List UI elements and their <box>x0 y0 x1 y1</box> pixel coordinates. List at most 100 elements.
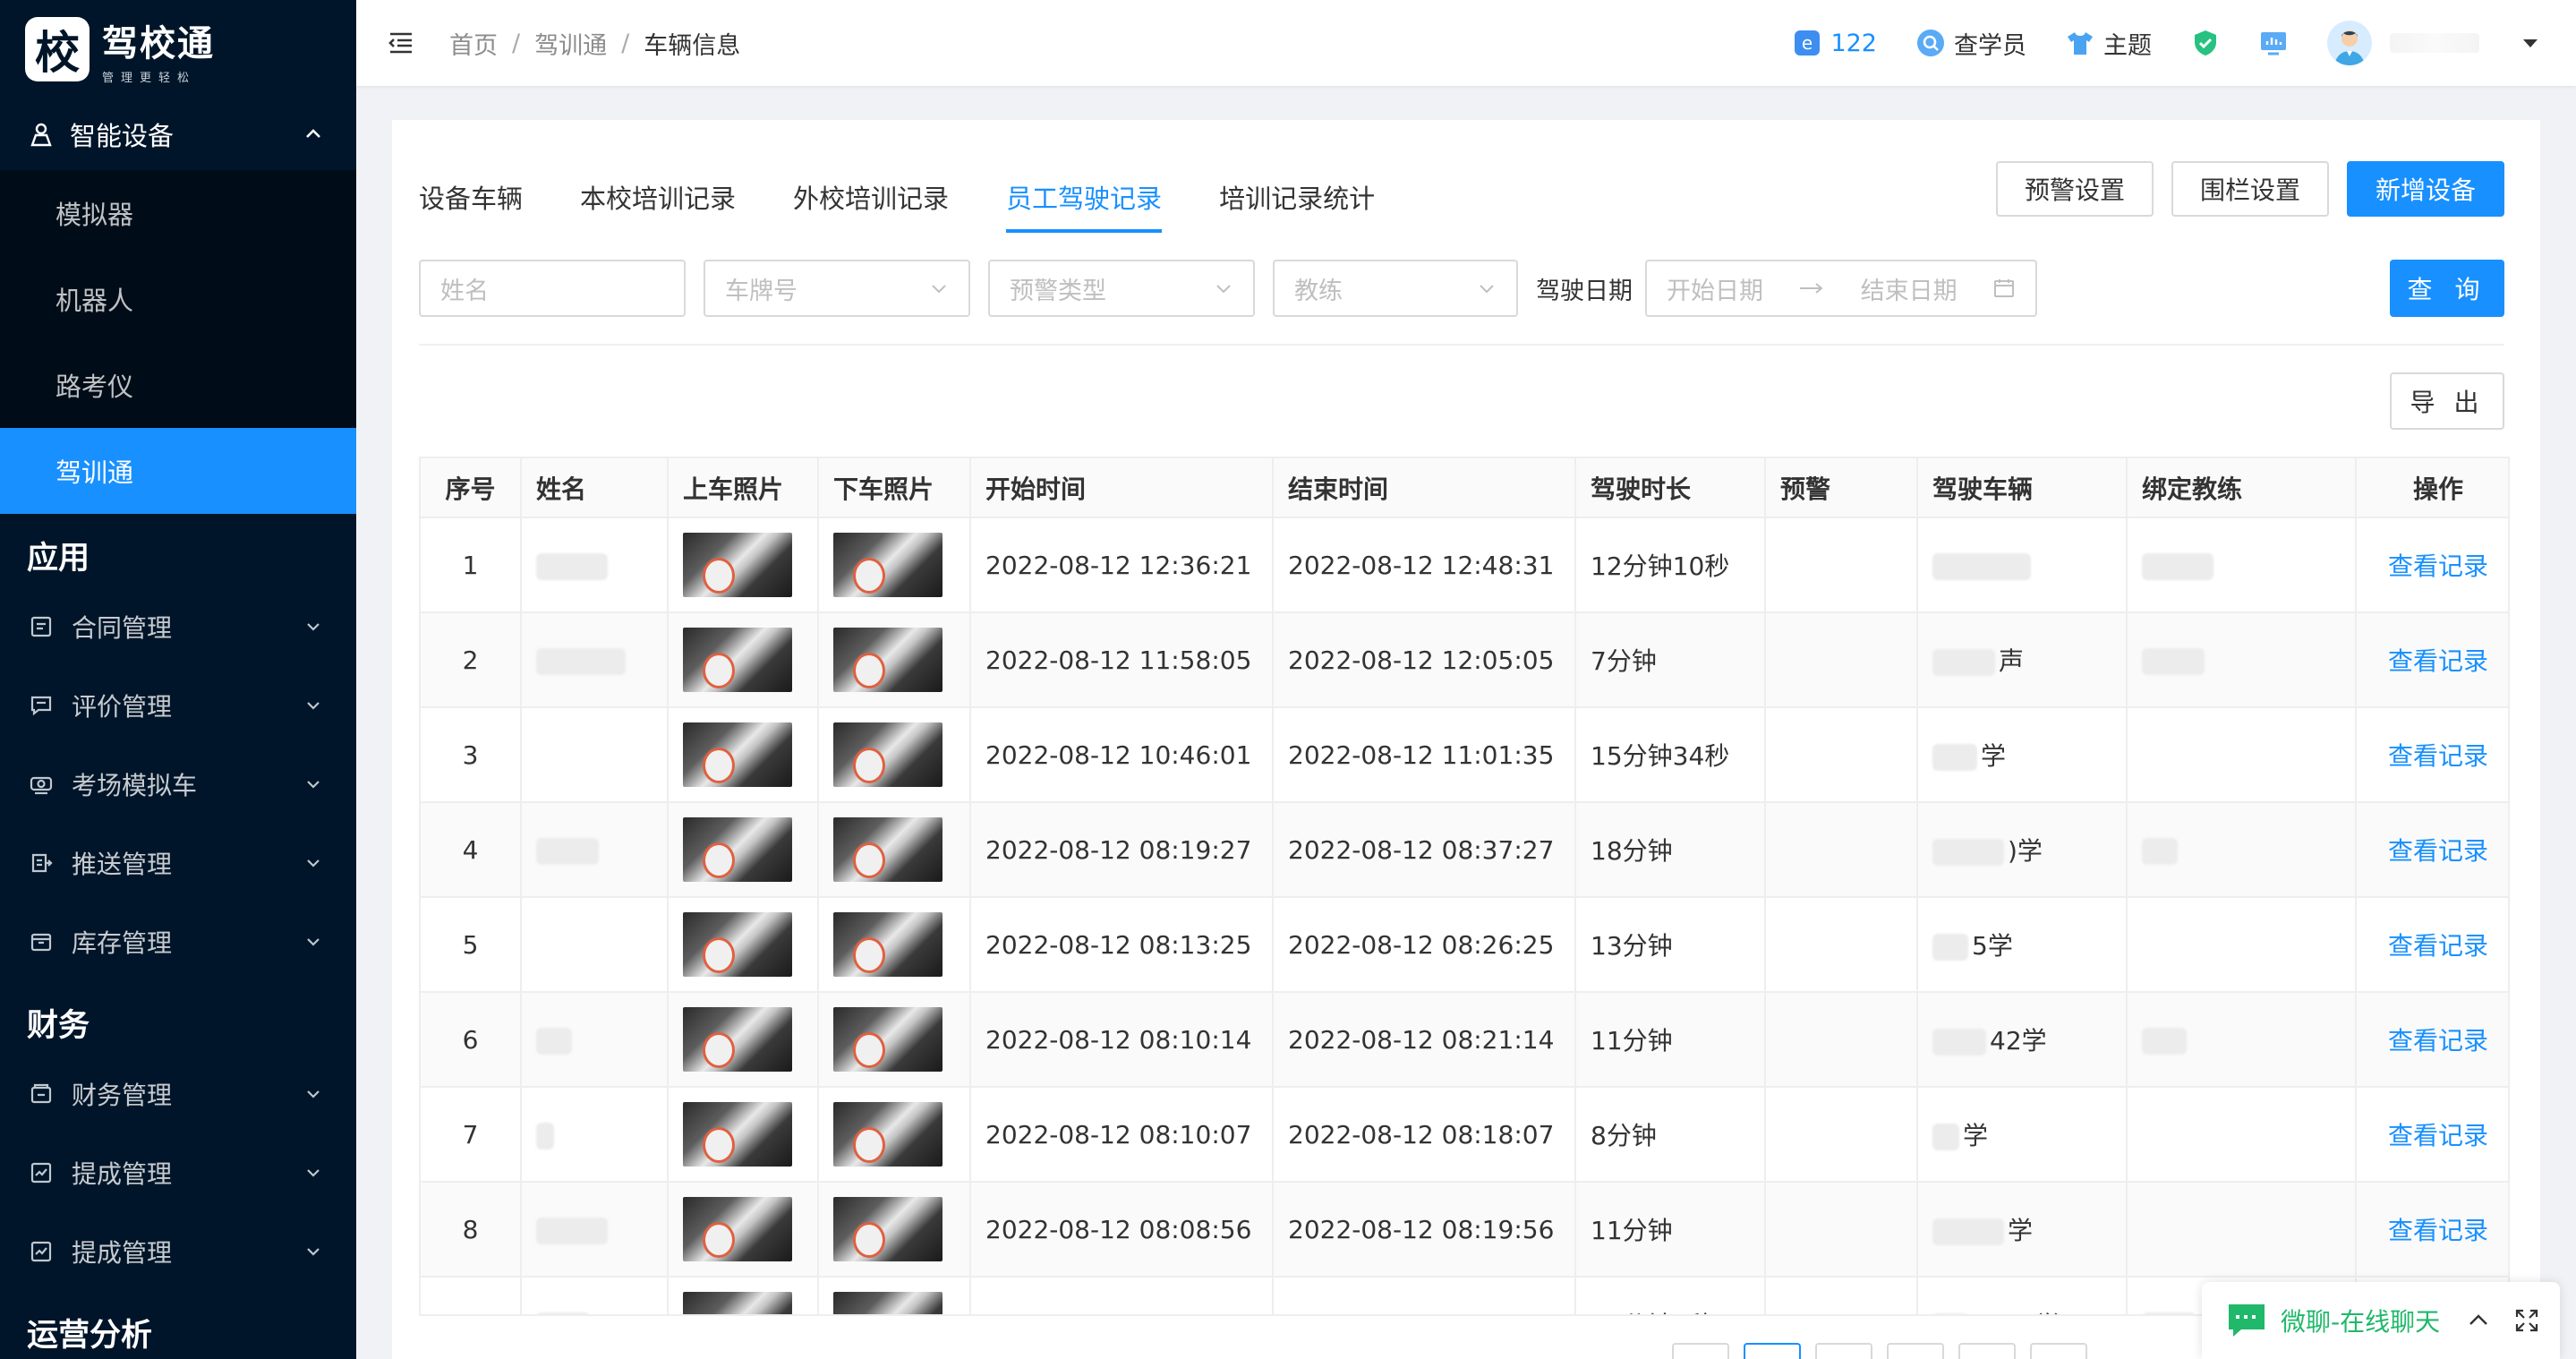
menu-smart-devices[interactable]: 智能设备 <box>0 98 356 170</box>
alight-photo[interactable] <box>833 817 943 882</box>
alight-photo[interactable] <box>833 1197 943 1261</box>
redacted-coach <box>2142 837 2178 865</box>
chat-widget[interactable]: 微聊-在线聊天 <box>2202 1282 2560 1359</box>
date-range-picker[interactable]: 开始日期 结束日期 <box>1645 260 2037 317</box>
tab-school-training[interactable]: 本校培训记录 <box>580 161 736 233</box>
name-input[interactable]: 姓名 <box>419 260 686 317</box>
expand-icon[interactable] <box>2513 1307 2540 1334</box>
board-photo[interactable] <box>683 1292 792 1314</box>
find-student-button[interactable]: 查学员 <box>1916 26 2026 61</box>
vehicle-text: 4272学 <box>1972 1311 2060 1314</box>
tab-staff-driving[interactable]: 员工驾驶记录 <box>1006 161 1163 233</box>
redacted-name <box>536 1027 572 1055</box>
cell-board-photo <box>668 802 819 898</box>
security-button[interactable] <box>2191 29 2220 57</box>
alight-photo[interactable] <box>833 628 943 692</box>
plate-placeholder: 车牌号 <box>725 277 798 305</box>
alight-photo[interactable] <box>833 1102 943 1167</box>
warning-type-select[interactable]: 预警类型 <box>988 260 1255 317</box>
tab-external-training[interactable]: 外校培训记录 <box>793 161 949 233</box>
alight-photo[interactable] <box>833 912 943 977</box>
cell-name <box>521 707 669 803</box>
cell-action: 查看记录 <box>2356 1087 2508 1183</box>
view-record-link[interactable]: 查看记录 <box>2388 931 2488 961</box>
table-row: 6 2022-08-12 08:10:14 2022-08-12 08:21:14 1… <box>421 992 2508 1088</box>
board-photo[interactable] <box>683 1102 792 1167</box>
page-button[interactable] <box>1744 1343 1801 1359</box>
screen-button[interactable] <box>2259 29 2288 57</box>
sidebar-item-robot[interactable]: 机器人 <box>0 256 356 342</box>
column-header: 预警 <box>1765 458 1918 518</box>
alight-photo[interactable] <box>833 1292 943 1314</box>
menu-fold-icon[interactable] <box>385 27 417 59</box>
tab-device-vehicles[interactable]: 设备车辆 <box>419 161 523 233</box>
theme-button[interactable]: 主题 <box>2066 26 2152 61</box>
redacted-plate <box>1932 552 2031 580</box>
view-record-link[interactable]: 查看记录 <box>2388 551 2488 581</box>
add-device-button[interactable]: 新增设备 <box>2346 161 2504 217</box>
board-photo[interactable] <box>683 817 792 882</box>
cell-coach <box>2127 802 2357 898</box>
cell-end-time: 2022-08-12 08:26:25 <box>1273 897 1576 993</box>
alight-photo[interactable] <box>833 533 943 597</box>
breadcrumb-jiaxuntong[interactable]: 驾训通 <box>534 26 607 61</box>
cell-board-photo <box>668 897 819 993</box>
sidebar-item-road-test[interactable]: 路考仪 <box>0 342 356 428</box>
alight-photo[interactable] <box>833 1007 943 1072</box>
chevron-up-icon[interactable] <box>2465 1307 2492 1334</box>
view-record-link[interactable]: 查看记录 <box>2388 1216 2488 1245</box>
sidebar-item-jiaxuntong[interactable]: 驾训通 <box>0 428 356 514</box>
cell-duration: 11分钟 <box>1575 992 1766 1088</box>
board-photo[interactable] <box>683 533 792 597</box>
cell-duration: 12分钟10秒 <box>1575 517 1766 613</box>
page-button[interactable] <box>2030 1343 2087 1359</box>
sidebar-item-commission-2[interactable]: 提成管理 <box>0 1212 356 1291</box>
sidebar-item-label: 财务管理 <box>72 1081 173 1110</box>
sidebar-item-inventory[interactable]: 库存管理 <box>0 902 356 981</box>
sidebar-item-exam-car[interactable]: 考场模拟车 <box>0 745 356 824</box>
cell-start-time: 2022-08-12 08:10:07 <box>970 1087 1274 1183</box>
logo[interactable]: 校 驾校通 管理更轻松 <box>0 0 356 98</box>
board-photo[interactable] <box>683 1007 792 1072</box>
sidebar-item-simulator[interactable]: 模拟器 <box>0 170 356 256</box>
sidebar-item-review[interactable]: 评价管理 <box>0 666 356 745</box>
notice-button[interactable]: e 122 <box>1793 29 1877 57</box>
coach-select[interactable]: 教练 <box>1273 260 1518 317</box>
page-button[interactable] <box>1887 1343 1944 1359</box>
view-record-link[interactable]: 查看记录 <box>2388 646 2488 676</box>
cell-warning <box>1765 612 1918 708</box>
board-photo[interactable] <box>683 628 792 692</box>
breadcrumb-current: 车辆信息 <box>644 31 741 60</box>
cell-board-photo <box>668 1087 819 1183</box>
cell-coach <box>2127 612 2357 708</box>
cell-index: 8 <box>421 1182 522 1278</box>
page-prev-button[interactable] <box>1672 1343 1729 1359</box>
page-button[interactable] <box>1958 1343 2016 1359</box>
alight-photo[interactable] <box>833 722 943 787</box>
car-icon <box>29 772 54 797</box>
plate-select[interactable]: 车牌号 <box>704 260 970 317</box>
board-photo[interactable] <box>683 912 792 977</box>
search-button[interactable]: 查 询 <box>2390 260 2504 317</box>
sidebar-item-finance[interactable]: 财务管理 <box>0 1055 356 1133</box>
column-header: 绑定教练 <box>2127 458 2357 518</box>
fence-settings-button[interactable]: 围栏设置 <box>2171 161 2329 217</box>
tab-training-stats[interactable]: 培训记录统计 <box>1219 161 1375 233</box>
sidebar-item-commission[interactable]: 提成管理 <box>0 1133 356 1212</box>
export-button[interactable]: 导 出 <box>2390 372 2504 430</box>
board-photo[interactable] <box>683 1197 792 1261</box>
breadcrumb-home[interactable]: 首页 <box>449 26 498 61</box>
view-record-link[interactable]: 查看记录 <box>2388 741 2488 771</box>
view-record-link[interactable]: 查看记录 <box>2388 1026 2488 1056</box>
chevron-down-icon <box>1216 285 1231 294</box>
warning-settings-button[interactable]: 预警设置 <box>1995 161 2154 217</box>
table-row: 4 2022-08-12 08:19:27 2022-08-12 08:37:27 1… <box>421 802 2508 898</box>
column-header: 驾驶车辆 <box>1917 458 2128 518</box>
view-record-link[interactable]: 查看记录 <box>2388 1121 2488 1150</box>
sidebar-item-push[interactable]: 推送管理 <box>0 824 356 902</box>
page-button[interactable] <box>1815 1343 1872 1359</box>
board-photo[interactable] <box>683 722 792 787</box>
sidebar-item-contract[interactable]: 合同管理 <box>0 587 356 666</box>
view-record-link[interactable]: 查看记录 <box>2388 836 2488 866</box>
user-menu[interactable] <box>2327 21 2540 65</box>
